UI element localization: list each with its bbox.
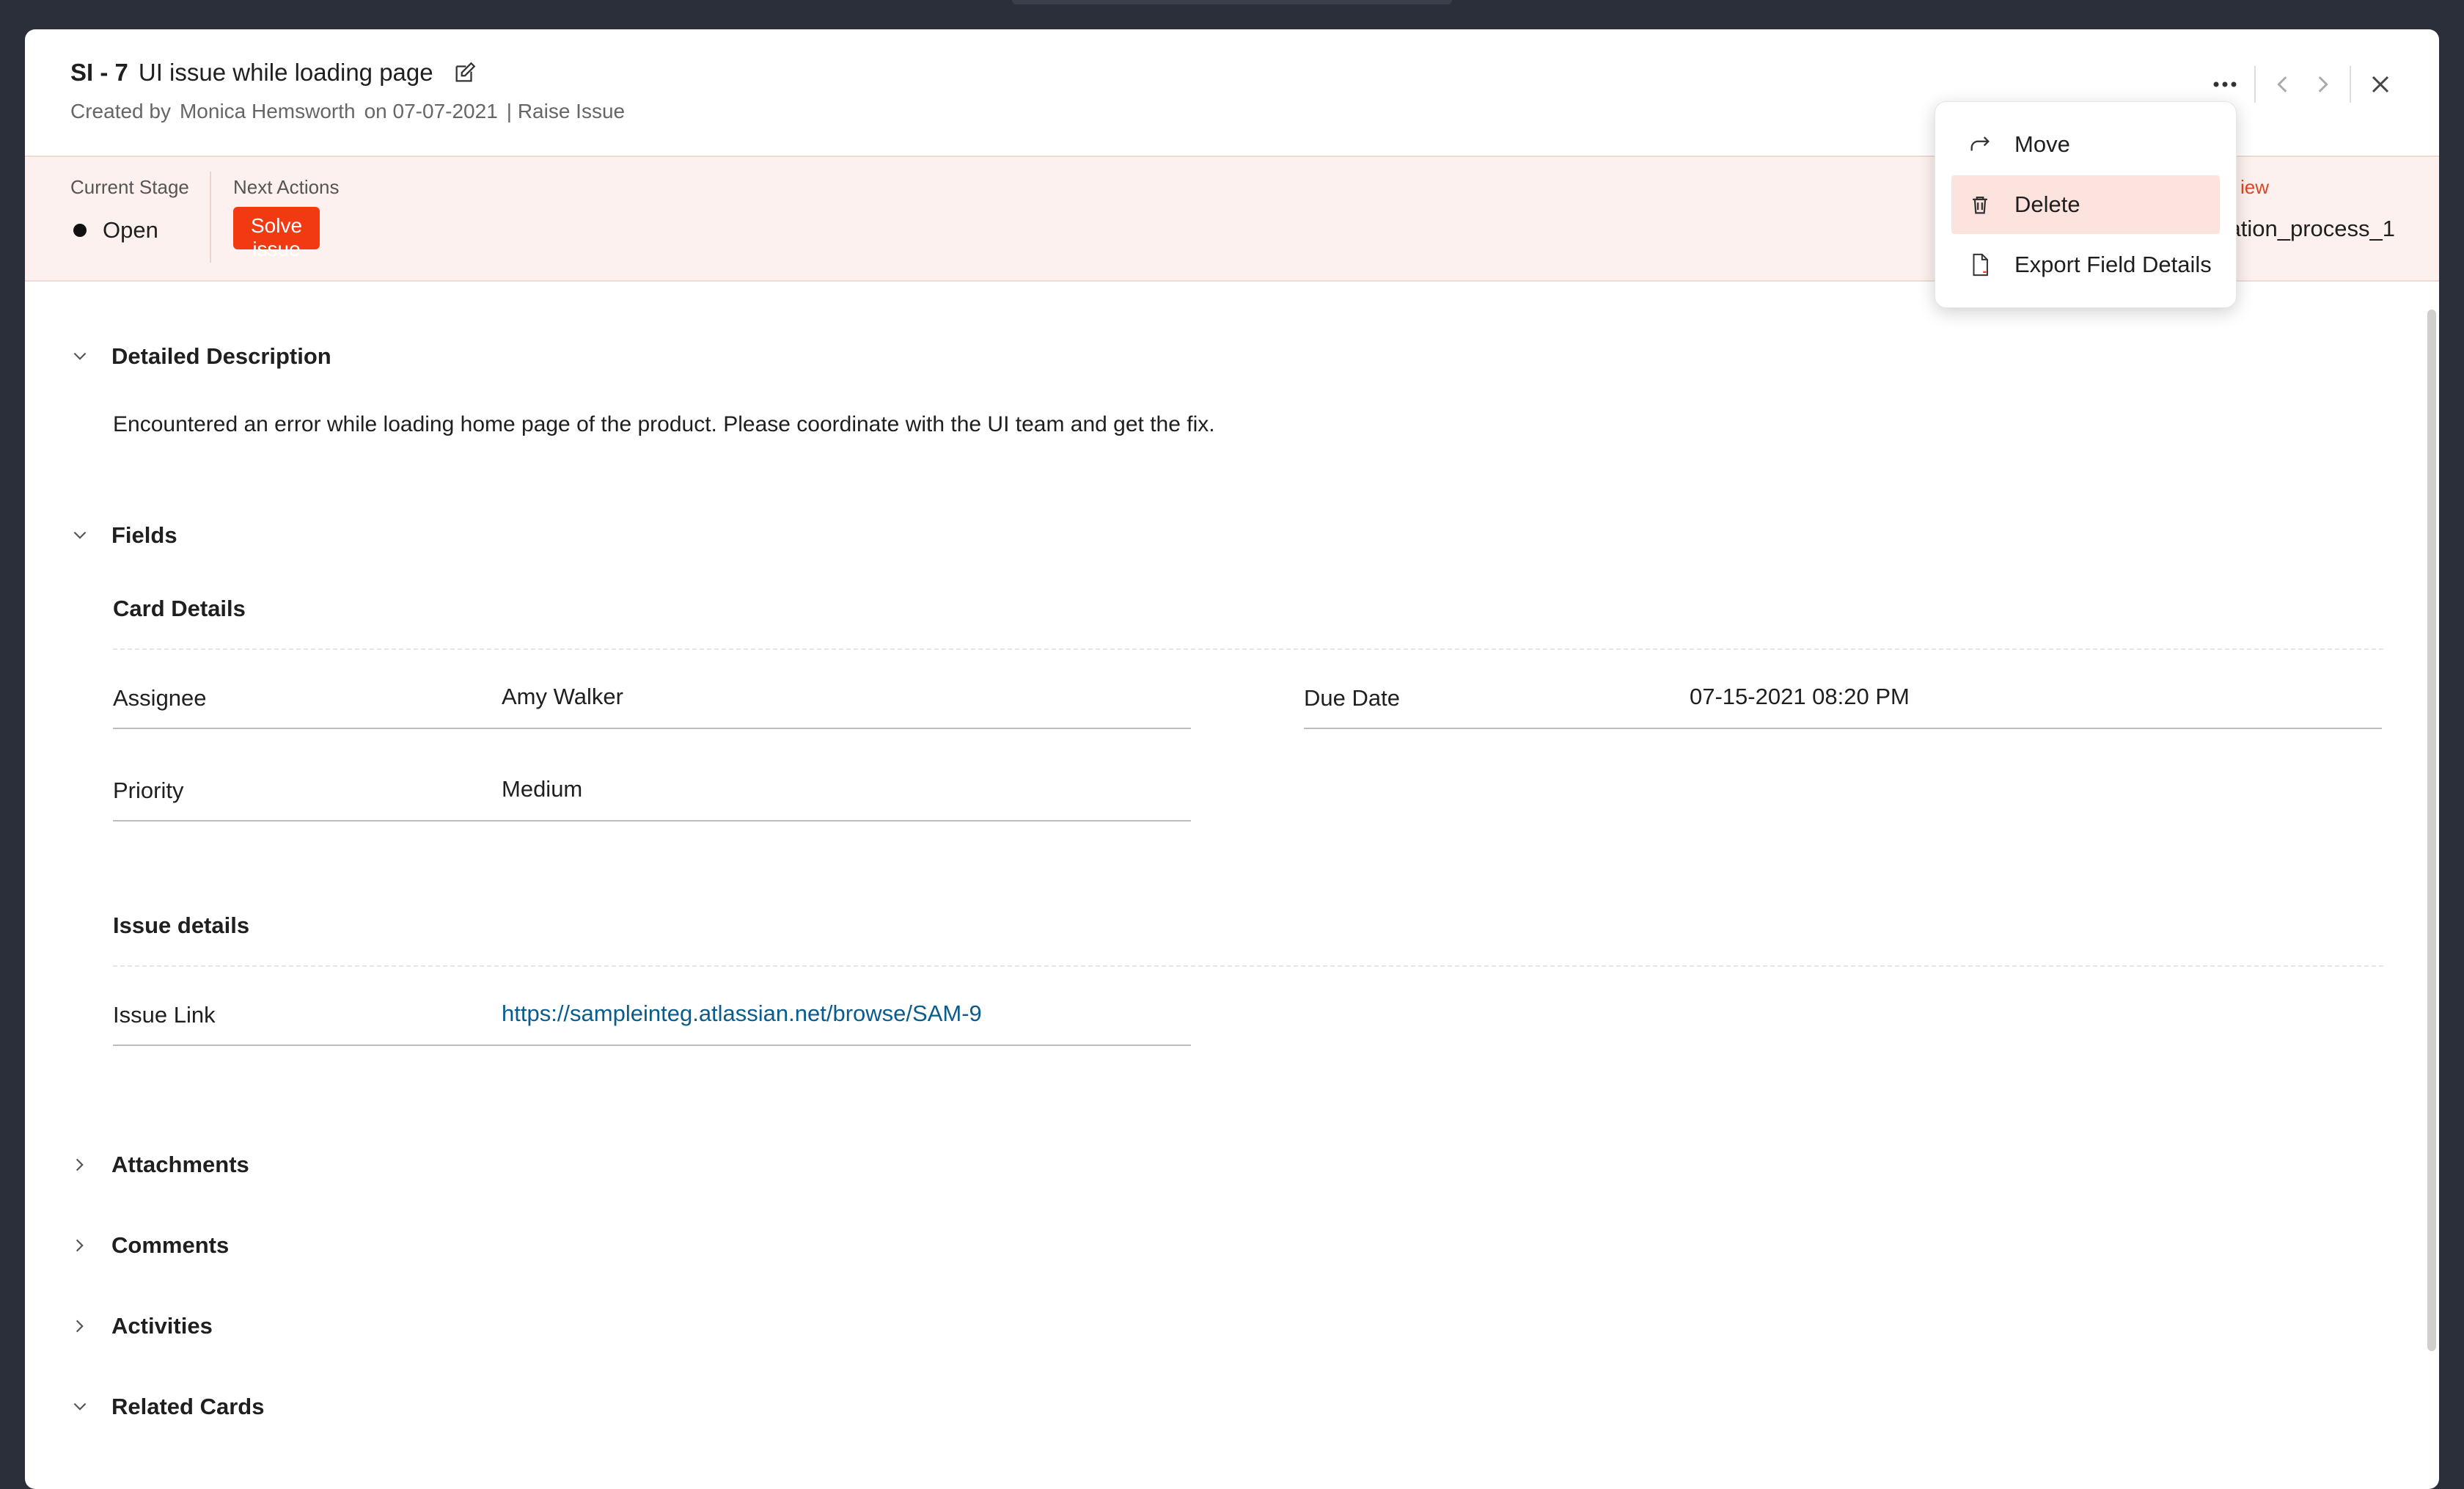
field-label: Issue Link bbox=[113, 1002, 216, 1028]
field-value: Amy Walker bbox=[502, 684, 623, 709]
next-actions-label: Next Actions bbox=[233, 176, 340, 198]
process-name: | Raise Issue bbox=[506, 100, 626, 122]
divider bbox=[113, 965, 2383, 967]
section-title: Fields bbox=[111, 522, 177, 548]
chevron-down-icon bbox=[73, 352, 87, 360]
field-label: Assignee bbox=[113, 685, 207, 711]
section-detailed-description[interactable]: Detailed Description bbox=[70, 343, 331, 370]
chevron-down-icon bbox=[73, 1402, 87, 1411]
section-fields[interactable]: Fields bbox=[70, 522, 177, 549]
field-label: Due Date bbox=[1304, 685, 1400, 711]
section-activities[interactable]: Activities bbox=[70, 1313, 213, 1339]
assignee-field[interactable]: Assignee Amy Walker bbox=[113, 676, 1191, 729]
previous-arrow-icon[interactable] bbox=[2270, 72, 2295, 97]
menu-item-delete[interactable]: Delete bbox=[1951, 175, 2220, 234]
view-link[interactable]: iew bbox=[2240, 176, 2269, 199]
issue-details-heading: Issue details bbox=[113, 912, 250, 938]
card-id: SI - 7 bbox=[70, 59, 128, 86]
created-date: on 07-07-2021 bbox=[364, 100, 498, 122]
section-title: Comments bbox=[111, 1232, 230, 1258]
menu-item-move[interactable]: Move bbox=[1951, 115, 2220, 174]
field-value: Medium bbox=[502, 776, 583, 802]
divider bbox=[113, 648, 2383, 650]
file-icon bbox=[1973, 253, 1988, 277]
solve-issue-button[interactable]: Solve issue bbox=[233, 207, 320, 260]
section-comments[interactable]: Comments bbox=[70, 1232, 229, 1259]
process-value: ation_process_1 bbox=[2228, 216, 2396, 241]
scrollbar[interactable] bbox=[2426, 280, 2439, 1380]
move-icon bbox=[1970, 136, 1990, 151]
more-options-icon[interactable] bbox=[2210, 70, 2240, 99]
chevron-down-icon bbox=[73, 531, 87, 539]
chevron-right-icon bbox=[76, 1158, 84, 1171]
tool-divider bbox=[2254, 66, 2256, 103]
scroll-thumb[interactable] bbox=[2427, 310, 2436, 1351]
section-title: Activities bbox=[111, 1313, 213, 1339]
current-stage-label: Current Stage bbox=[70, 176, 189, 198]
section-related-cards[interactable]: Related Cards bbox=[70, 1394, 264, 1420]
tool-divider bbox=[2350, 66, 2351, 103]
card-meta: Created by Monica Hemsworth on 07-07-202… bbox=[70, 100, 625, 123]
section-attachments[interactable]: Attachments bbox=[70, 1152, 249, 1178]
menu-item-label: Delete bbox=[2014, 191, 2080, 217]
header-tools bbox=[2210, 66, 2395, 103]
section-title: Detailed Description bbox=[111, 343, 331, 369]
backdrop bbox=[1012, 0, 1452, 4]
due-date-field[interactable]: Due Date 07-15-2021 08:20 PM bbox=[1304, 676, 2382, 729]
card-content: Detailed Description Encountered an erro… bbox=[25, 280, 2439, 1489]
issue-link[interactable]: https://sampleinteg.atlassian.net/browse… bbox=[502, 1000, 982, 1027]
title-row: SI - 7 UI issue while loading page bbox=[70, 59, 477, 87]
priority-field[interactable]: Priority Medium bbox=[113, 769, 1191, 822]
more-options-menu: Move Delete Export Field Details bbox=[1935, 101, 2237, 308]
chevron-right-icon bbox=[76, 1239, 84, 1252]
creator-name: Monica Hemsworth bbox=[179, 100, 356, 122]
current-stage-value: Open bbox=[70, 217, 158, 244]
menu-item-label: Move bbox=[2014, 131, 2070, 157]
section-title: Related Cards bbox=[111, 1394, 265, 1419]
description-text: Encountered an error while loading home … bbox=[113, 412, 1215, 436]
created-by-label: Created by bbox=[70, 100, 171, 122]
stage-dot-icon bbox=[73, 224, 87, 237]
section-title: Attachments bbox=[111, 1152, 249, 1177]
menu-item-export-field-details[interactable]: Export Field Details bbox=[1951, 235, 2220, 294]
stage-name: Open bbox=[103, 217, 158, 243]
chevron-right-icon bbox=[76, 1320, 84, 1333]
trash-icon bbox=[1973, 196, 1987, 214]
stage-divider bbox=[210, 172, 211, 263]
card-title: UI issue while loading page bbox=[138, 59, 433, 86]
card-details-heading: Card Details bbox=[113, 596, 246, 621]
field-label: Priority bbox=[113, 778, 184, 803]
field-value: 07-15-2021 08:20 PM bbox=[1690, 684, 1910, 709]
edit-icon[interactable] bbox=[452, 60, 477, 85]
menu-item-label: Export Field Details bbox=[2014, 252, 2212, 277]
issue-link-field: Issue Link https://sampleinteg.atlassian… bbox=[113, 993, 1191, 1046]
close-icon[interactable] bbox=[2366, 70, 2395, 99]
next-arrow-icon[interactable] bbox=[2310, 72, 2335, 97]
